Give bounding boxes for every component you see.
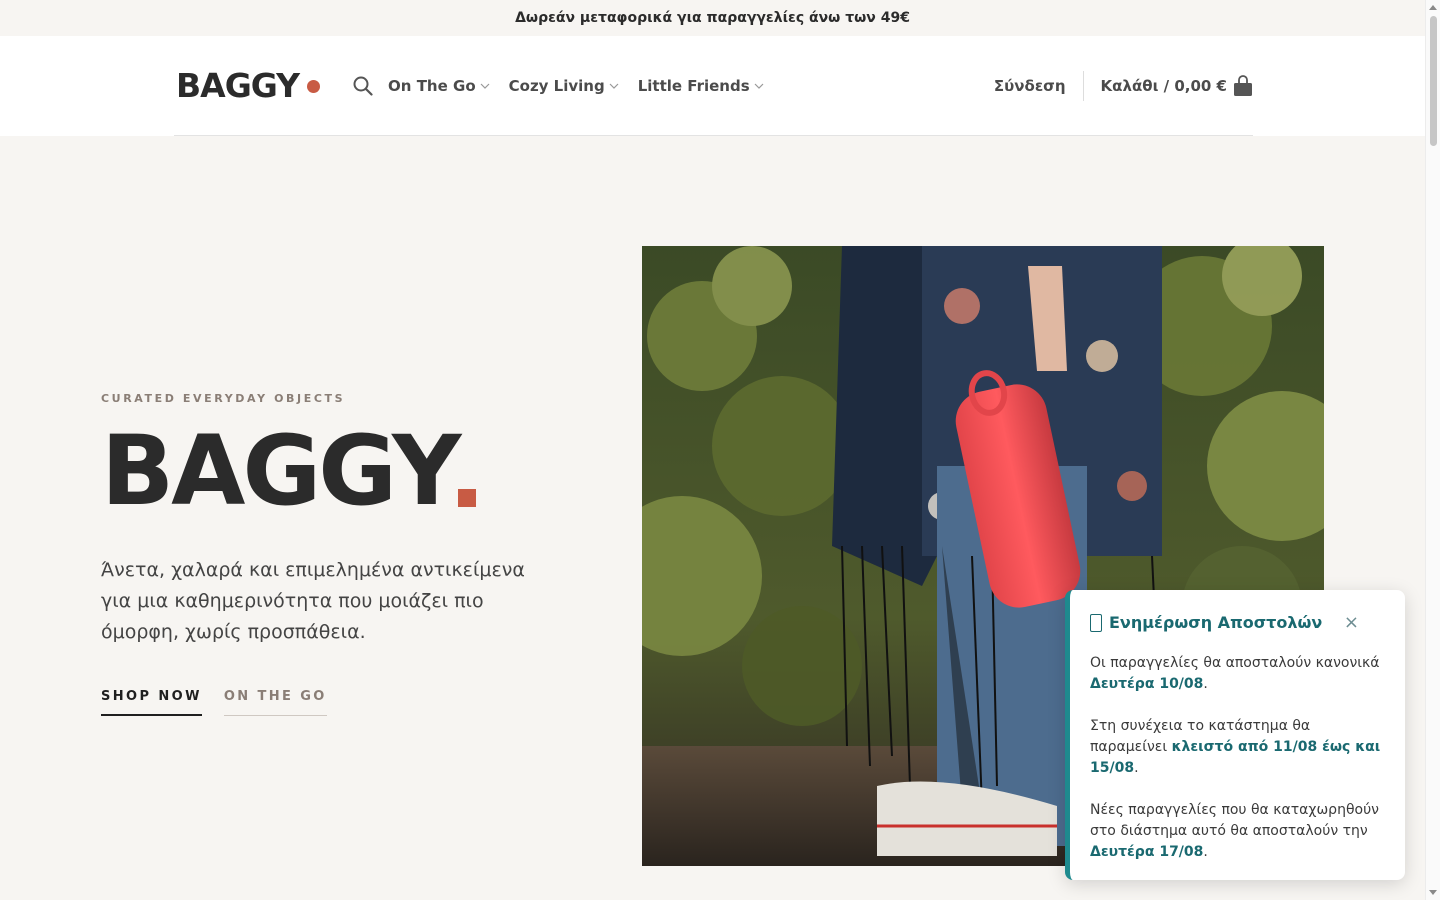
hero-content: CURATED EVERYDAY OBJECTS BAGGY Άνετα, χα… <box>101 392 541 716</box>
free-shipping-text: Δωρεάν μεταφορικά για παραγγελίες άνω τω… <box>515 10 910 26</box>
popup-period: . <box>1203 676 1208 692</box>
cart-link[interactable]: Καλάθι / 0,00 € <box>1100 74 1253 97</box>
header-inner: BAGGY On The Go Cozy Living Little Frien… <box>174 36 1253 136</box>
popup-paragraph: Στη συνέχεια το κατάστημα θα παραμείνει … <box>1090 716 1385 779</box>
close-icon[interactable]: × <box>1344 612 1359 633</box>
logo-text: BAGGY <box>176 66 300 105</box>
shipping-update-popup: Ενημέρωση Αποστολών × Οι παραγγελίες θα … <box>1065 590 1405 880</box>
popup-text: Οι παραγγελίες θα αποσταλούν κανονικά <box>1090 655 1380 671</box>
hero-title-text: BAGGY <box>101 415 461 527</box>
hero-title: BAGGY <box>101 421 541 521</box>
popup-paragraph: Οι παραγγελίες θα αποσταλούν κανονικά Δε… <box>1090 653 1385 695</box>
popup-period: . <box>1134 760 1139 776</box>
title-accent-square <box>458 489 477 507</box>
chevron-down-icon <box>609 83 619 89</box>
scroll-down-arrow-icon[interactable] <box>1429 890 1437 895</box>
nav-item-label: On The Go <box>388 76 476 95</box>
page-scrollbar[interactable] <box>1425 0 1440 900</box>
box-icon <box>1090 613 1102 632</box>
popup-period: . <box>1203 844 1208 860</box>
popup-highlight: Δευτέρα 10/08 <box>1090 676 1204 692</box>
cart-label: Καλάθι / 0,00 € <box>1100 76 1227 95</box>
hero-buttons: SHOP NOW ON THE GO <box>101 689 541 716</box>
chevron-down-icon <box>480 83 490 89</box>
scroll-up-arrow-icon[interactable] <box>1429 5 1437 10</box>
popup-body: Οι παραγγελίες θα αποσταλούν κανονικά Δε… <box>1090 653 1385 863</box>
logo-dot <box>307 80 321 93</box>
nav-item-little-friends[interactable]: Little Friends <box>638 77 764 95</box>
shopping-bag-icon <box>1234 74 1252 96</box>
popup-text: Νέες παραγγελίες που θα καταχωρηθούν στο… <box>1090 802 1379 839</box>
nav-item-on-the-go[interactable]: On The Go <box>388 77 490 95</box>
login-link[interactable]: Σύνδεση <box>994 70 1084 101</box>
popup-paragraph: Νέες παραγγελίες που θα καταχωρηθούν στο… <box>1090 800 1385 863</box>
nav-item-label: Cozy Living <box>508 76 605 95</box>
search-icon[interactable] <box>352 75 374 97</box>
hero-description: Άνετα, χαλαρά και επιμελημένα αντικείμεν… <box>101 559 525 643</box>
announcement-bar: Δωρεάν μεταφορικά για παραγγελίες άνω τω… <box>0 0 1425 36</box>
popup-title: Ενημέρωση Αποστολών <box>1090 613 1322 632</box>
popup-title-text: Ενημέρωση Αποστολών <box>1109 613 1323 632</box>
nav-item-label: Little Friends <box>637 76 750 95</box>
on-the-go-button[interactable]: ON THE GO <box>223 689 327 716</box>
scrollbar-thumb[interactable] <box>1430 16 1437 146</box>
nav-item-cozy-living[interactable]: Cozy Living <box>509 77 619 95</box>
shop-now-button[interactable]: SHOP NOW <box>101 689 202 716</box>
popup-highlight: Δευτέρα 17/08 <box>1090 844 1204 860</box>
main-nav: On The Go Cozy Living Little Friends <box>388 77 783 95</box>
site-logo[interactable]: BAGGY <box>176 66 321 105</box>
chevron-down-icon <box>754 83 764 89</box>
header-actions: Σύνδεση Καλάθι / 0,00 € <box>994 70 1253 101</box>
site-header: BAGGY On The Go Cozy Living Little Frien… <box>0 36 1425 136</box>
popup-header: Ενημέρωση Αποστολών × <box>1090 612 1385 633</box>
hero-eyebrow: CURATED EVERYDAY OBJECTS <box>101 392 346 405</box>
